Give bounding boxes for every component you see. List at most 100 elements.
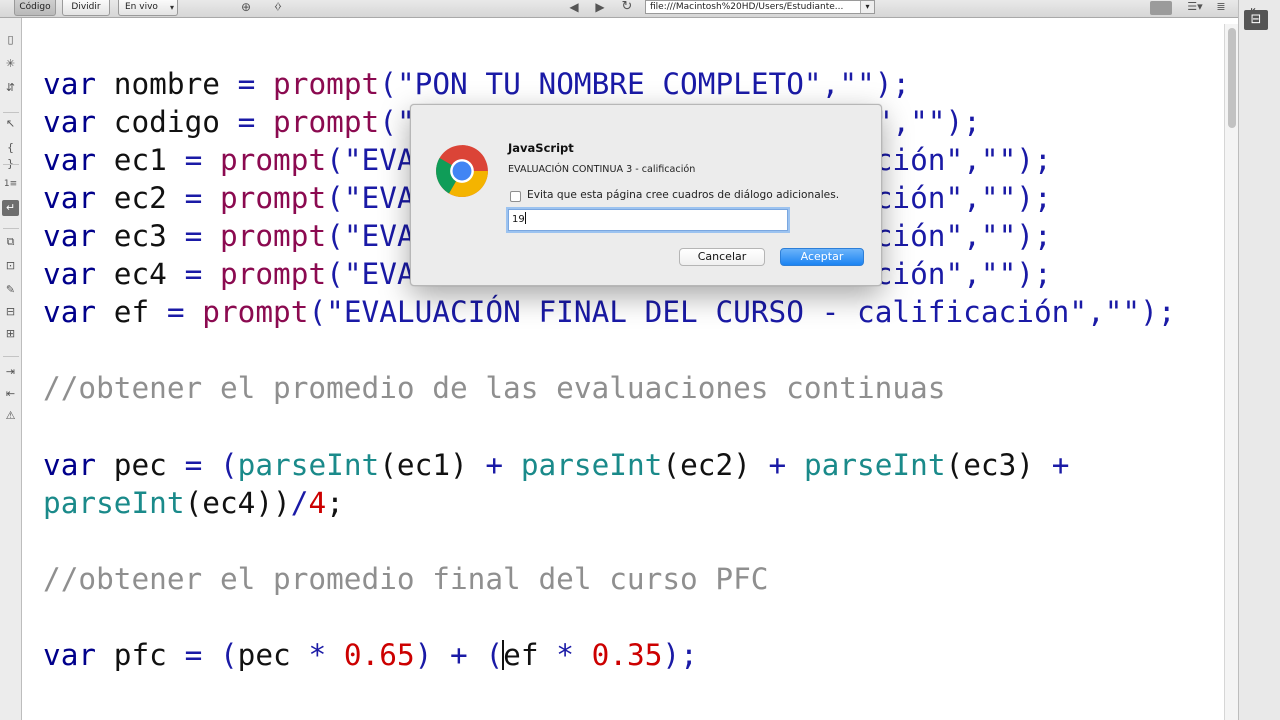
code-token: var <box>43 181 97 215</box>
javascript-prompt-dialog: JavaScript EVALUACIÓN CONTINUA 3 - calif… <box>410 104 882 286</box>
code-token: , <box>1087 295 1105 329</box>
code-token: , <box>892 105 911 139</box>
toolbar-divider <box>3 112 19 113</box>
code-token: "" <box>910 105 946 139</box>
code-token: nombre <box>96 67 238 101</box>
scrollbar-thumb[interactable] <box>1228 28 1236 128</box>
code-token: var <box>43 448 97 482</box>
code-token: ( <box>202 638 238 672</box>
select-parent-tag-icon[interactable]: ↖ <box>2 116 19 132</box>
word-wrap-icon[interactable]: ↵ <box>2 200 19 216</box>
code-line: var pfc = (pec * 0.65) + (ef * 0.35); <box>43 636 698 674</box>
code-view-button[interactable]: Código <box>14 0 56 16</box>
code-token: "PON TU NOMBRE COMPLETO" <box>396 67 822 101</box>
format-source-icon[interactable]: ⚠ <box>2 408 19 424</box>
collapse-tag-icon[interactable]: ✳ <box>2 56 19 72</box>
dialog-message: EVALUACIÓN CONTINUA 3 - calificación <box>508 164 696 175</box>
code-line: //obtener el promedio de las evaluacione… <box>43 369 945 407</box>
code-line: //obtener el promedio final del curso PF… <box>43 560 768 598</box>
toolbar-divider <box>3 164 19 165</box>
code-token: 4 <box>308 486 327 520</box>
code-token: pec <box>96 448 185 482</box>
code-token: = <box>166 295 185 329</box>
code-token: ( <box>485 638 504 672</box>
live-view-label: En vivo <box>125 2 158 12</box>
accept-button[interactable]: Aceptar <box>780 248 864 266</box>
code-token: * <box>290 638 344 672</box>
code-token: ( <box>202 448 238 482</box>
code-token: + <box>750 448 804 482</box>
indent-icon[interactable]: ⇥ <box>2 364 19 380</box>
code-token: //obtener el promedio de las evaluacione… <box>43 371 946 405</box>
document-toolbar: Código Dividir En vivo ▾ ⊕ ⧼⧽ ◀ ▶ ↻ file… <box>0 0 1280 18</box>
code-token: ( <box>326 257 344 291</box>
line-numbers-icon[interactable]: 1≡ <box>2 176 19 192</box>
code-token: + <box>467 448 521 482</box>
code-token: = <box>237 105 256 139</box>
code-token: , <box>963 143 981 177</box>
code-token: / <box>290 486 309 520</box>
panel-menu-icon[interactable]: ≣ <box>1213 0 1229 14</box>
code-token: = <box>184 143 203 177</box>
syntax-error-icon[interactable]: ⊡ <box>2 258 19 274</box>
split-view-button[interactable]: Dividir <box>62 0 110 16</box>
apply-comment-icon[interactable]: ✎ <box>2 282 19 298</box>
code-token: 0.65 <box>343 638 415 672</box>
cancel-button[interactable]: Cancelar <box>679 248 765 266</box>
code-token: ( <box>326 181 344 215</box>
window-size-icon[interactable] <box>1150 1 1172 15</box>
code-token: = <box>237 67 256 101</box>
text-caret <box>524 212 526 224</box>
vertical-scrollbar[interactable] <box>1224 24 1238 720</box>
chrome-logo-icon <box>436 145 488 197</box>
code-token: ); <box>662 638 698 672</box>
code-token: (ec2) <box>662 448 751 482</box>
code-token: var <box>43 219 97 253</box>
back-arrow-icon[interactable]: ◀ <box>566 0 582 14</box>
address-dropdown-icon[interactable]: ▾ <box>860 1 874 13</box>
highlight-invalid-icon[interactable]: ⧉ <box>2 234 19 250</box>
code-token: pfc <box>96 638 185 672</box>
dialog-title: JavaScript <box>508 141 574 155</box>
code-token: (ec3) <box>945 448 1034 482</box>
code-token: ec2 <box>96 181 185 215</box>
forward-arrow-icon[interactable]: ▶ <box>592 0 608 14</box>
address-field[interactable]: file:///Macintosh%20HD/Users/Estudiante.… <box>645 0 875 14</box>
code-navigator-icon[interactable]: ⧼⧽ <box>270 0 286 14</box>
code-token: prompt <box>202 143 327 177</box>
open-documents-icon[interactable]: ▯ <box>2 32 19 48</box>
code-token: "EVALUACIÓN FINAL DEL CURSO - calificaci… <box>326 295 1088 329</box>
code-token: prompt <box>202 181 327 215</box>
view-options-icon[interactable]: ☰▾ <box>1184 0 1206 14</box>
insert-panel-icon[interactable]: ⊟ <box>1244 10 1268 30</box>
code-token: ); <box>1016 257 1052 291</box>
outdent-icon[interactable]: ⇤ <box>2 386 19 402</box>
suppress-dialogs-checkbox[interactable] <box>510 191 521 202</box>
inspect-icon[interactable]: ⊕ <box>238 0 254 14</box>
suppress-dialogs-label[interactable]: Evita que esta página cree cuadros de di… <box>527 189 839 201</box>
code-token: ); <box>1016 143 1052 177</box>
balance-braces-icon[interactable]: { } <box>2 140 19 170</box>
remove-comment-icon[interactable]: ⊟ <box>2 304 19 320</box>
code-token: prompt <box>255 105 380 139</box>
prompt-input[interactable]: 19 <box>508 209 788 231</box>
code-token: ) <box>414 638 433 672</box>
wrap-tag-icon[interactable]: ⊞ <box>2 326 19 342</box>
address-text: file:///Macintosh%20HD/Users/Estudiante.… <box>650 2 844 12</box>
code-token: , <box>963 181 981 215</box>
code-token: , <box>821 67 840 101</box>
code-token: = <box>184 448 203 482</box>
code-line: var ef = prompt("EVALUACIÓN FINAL DEL CU… <box>43 293 1176 331</box>
live-view-dropdown[interactable]: En vivo ▾ <box>118 0 178 16</box>
code-token: prompt <box>202 257 327 291</box>
refresh-icon[interactable]: ↻ <box>619 0 635 14</box>
code-token: ec4 <box>96 257 185 291</box>
code-token: parseInt <box>803 448 946 482</box>
code-token: var <box>43 638 97 672</box>
code-token: "" <box>980 143 1017 177</box>
expand-all-icon[interactable]: ⇵ <box>2 80 19 96</box>
code-token: var <box>43 67 97 101</box>
code-token: (ec4)) <box>184 486 291 520</box>
code-token: ); <box>945 105 981 139</box>
code-token: var <box>43 105 97 139</box>
